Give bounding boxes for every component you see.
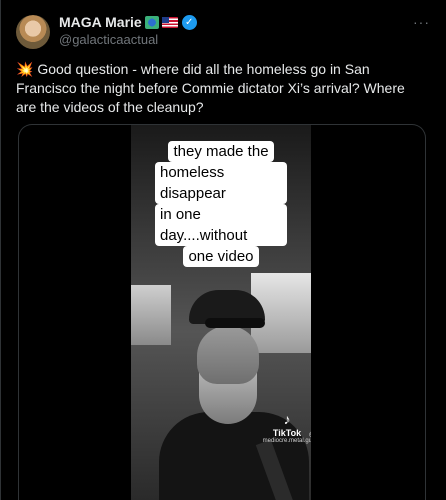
tweet-card: MAGA Marie ✓ @galacticaactual ··· 💥 Good… <box>0 0 446 500</box>
verified-badge-icon[interactable]: ✓ <box>181 14 197 30</box>
caption-line: in one day....without <box>155 204 287 246</box>
more-options-button[interactable]: ··· <box>413 14 430 30</box>
tiktok-note-icon: ♪ <box>283 411 291 427</box>
tweet-body: Good question - where did all the homele… <box>16 61 405 115</box>
video-caption: they made the homeless disappear in one … <box>155 141 287 267</box>
caption-line: homeless disappear <box>155 162 287 204</box>
author-handle[interactable]: @galacticaactual <box>59 32 158 47</box>
caption-line: one video <box>183 246 259 267</box>
caption-line: they made the <box>168 141 274 162</box>
media-container[interactable]: they made the homeless disappear in one … <box>18 124 426 500</box>
video-thumbnail[interactable]: they made the homeless disappear in one … <box>131 125 311 500</box>
us-flag-icon <box>161 16 178 28</box>
cap-brim <box>205 318 265 328</box>
author-name[interactable]: MAGA Marie <box>59 14 142 30</box>
man-in-car-image <box>159 290 309 500</box>
avatar[interactable] <box>16 15 50 49</box>
tweet-text: 💥 Good question - where did all the home… <box>16 60 426 117</box>
collision-emoji-icon: 💥 <box>16 61 34 77</box>
author-name-row: MAGA Marie ✓ <box>59 14 197 30</box>
face <box>197 326 259 384</box>
globe-flag-icon <box>144 15 159 29</box>
tiktok-username: @ mediocre.metal.guy <box>262 432 311 444</box>
